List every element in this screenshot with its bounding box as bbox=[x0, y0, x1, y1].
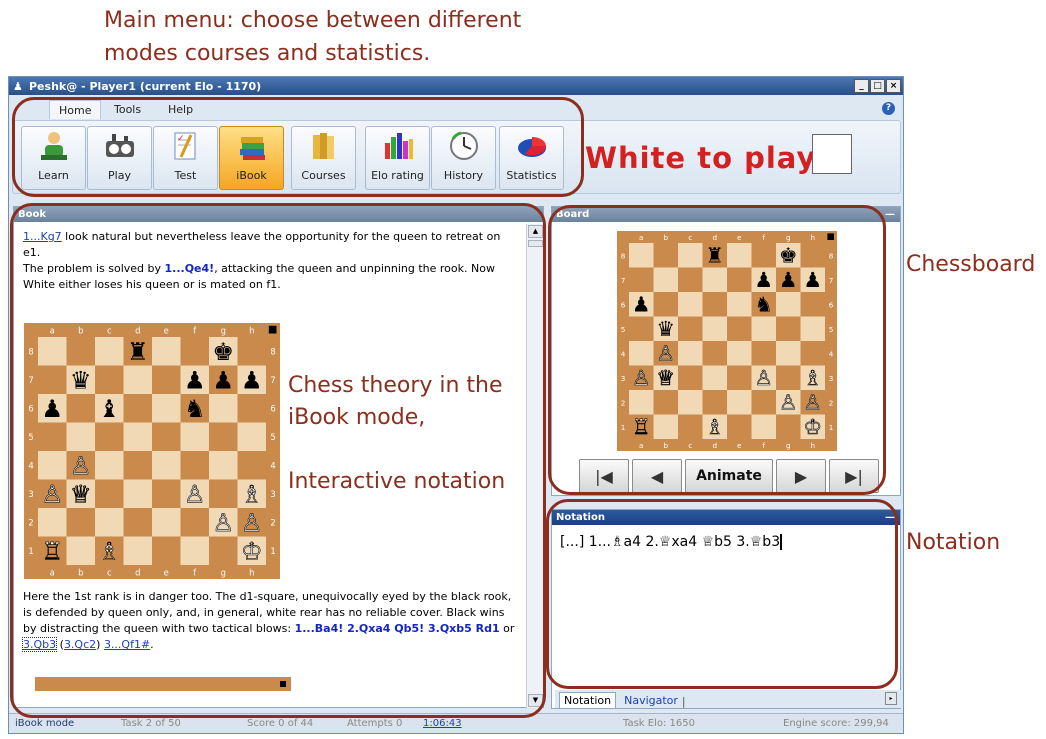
annotation-oval-board bbox=[548, 205, 886, 495]
status-attempts: Attempts 0 bbox=[347, 718, 403, 729]
annotation-theory-line2: iBook mode, bbox=[288, 405, 426, 430]
close-button[interactable]: × bbox=[886, 79, 901, 93]
status-engine-score: Engine score: 299,94 bbox=[783, 718, 889, 729]
notation-tabs: Notation Navigator | ▸ bbox=[555, 690, 901, 708]
to-play-color-box bbox=[812, 134, 852, 174]
annotation-theory: Chess theory in the iBook mode, Interact… bbox=[288, 370, 505, 498]
annotation-theory-line3: Interactive notation bbox=[288, 469, 506, 494]
status-task-elo: Task Elo: 1650 bbox=[623, 718, 695, 729]
annotation-menu: Main menu: choose between different mode… bbox=[104, 4, 521, 70]
status-task: Task 2 of 50 bbox=[121, 718, 181, 729]
tab-notation[interactable]: Notation bbox=[559, 692, 617, 708]
annotation-menu-line1: Main menu: choose between different bbox=[104, 8, 522, 33]
annotation-menu-line2: modes courses and statistics. bbox=[104, 41, 431, 66]
annotation-oval-notation bbox=[546, 499, 898, 689]
minimize-panel-icon[interactable]: — bbox=[885, 207, 895, 222]
annotation-notation: Notation bbox=[906, 530, 1001, 555]
status-score: Score 0 of 44 bbox=[247, 718, 314, 729]
help-icon[interactable]: ? bbox=[882, 102, 895, 115]
annotation-chessboard: Chessboard bbox=[906, 252, 1036, 277]
pawn-logo-icon: ♟ bbox=[13, 80, 23, 93]
tabs-scroll-button[interactable]: ▸ bbox=[885, 692, 897, 705]
to-play-label: White to play bbox=[585, 141, 817, 175]
minimize-button[interactable]: _ bbox=[854, 79, 869, 93]
annotation-theory-line1: Chess theory in the bbox=[288, 373, 503, 398]
status-mode: iBook mode bbox=[15, 718, 75, 729]
title-bar: ♟ Peshk@ - Player1 (current Elo - 1170) … bbox=[9, 77, 903, 95]
status-time[interactable]: 1:06:43 bbox=[417, 718, 617, 729]
window-title: Peshk@ - Player1 (current Elo - 1170) bbox=[29, 79, 262, 93]
annotation-oval-menu bbox=[12, 97, 584, 197]
maximize-button[interactable]: □ bbox=[870, 79, 885, 93]
tab-navigator[interactable]: Navigator bbox=[620, 693, 682, 708]
